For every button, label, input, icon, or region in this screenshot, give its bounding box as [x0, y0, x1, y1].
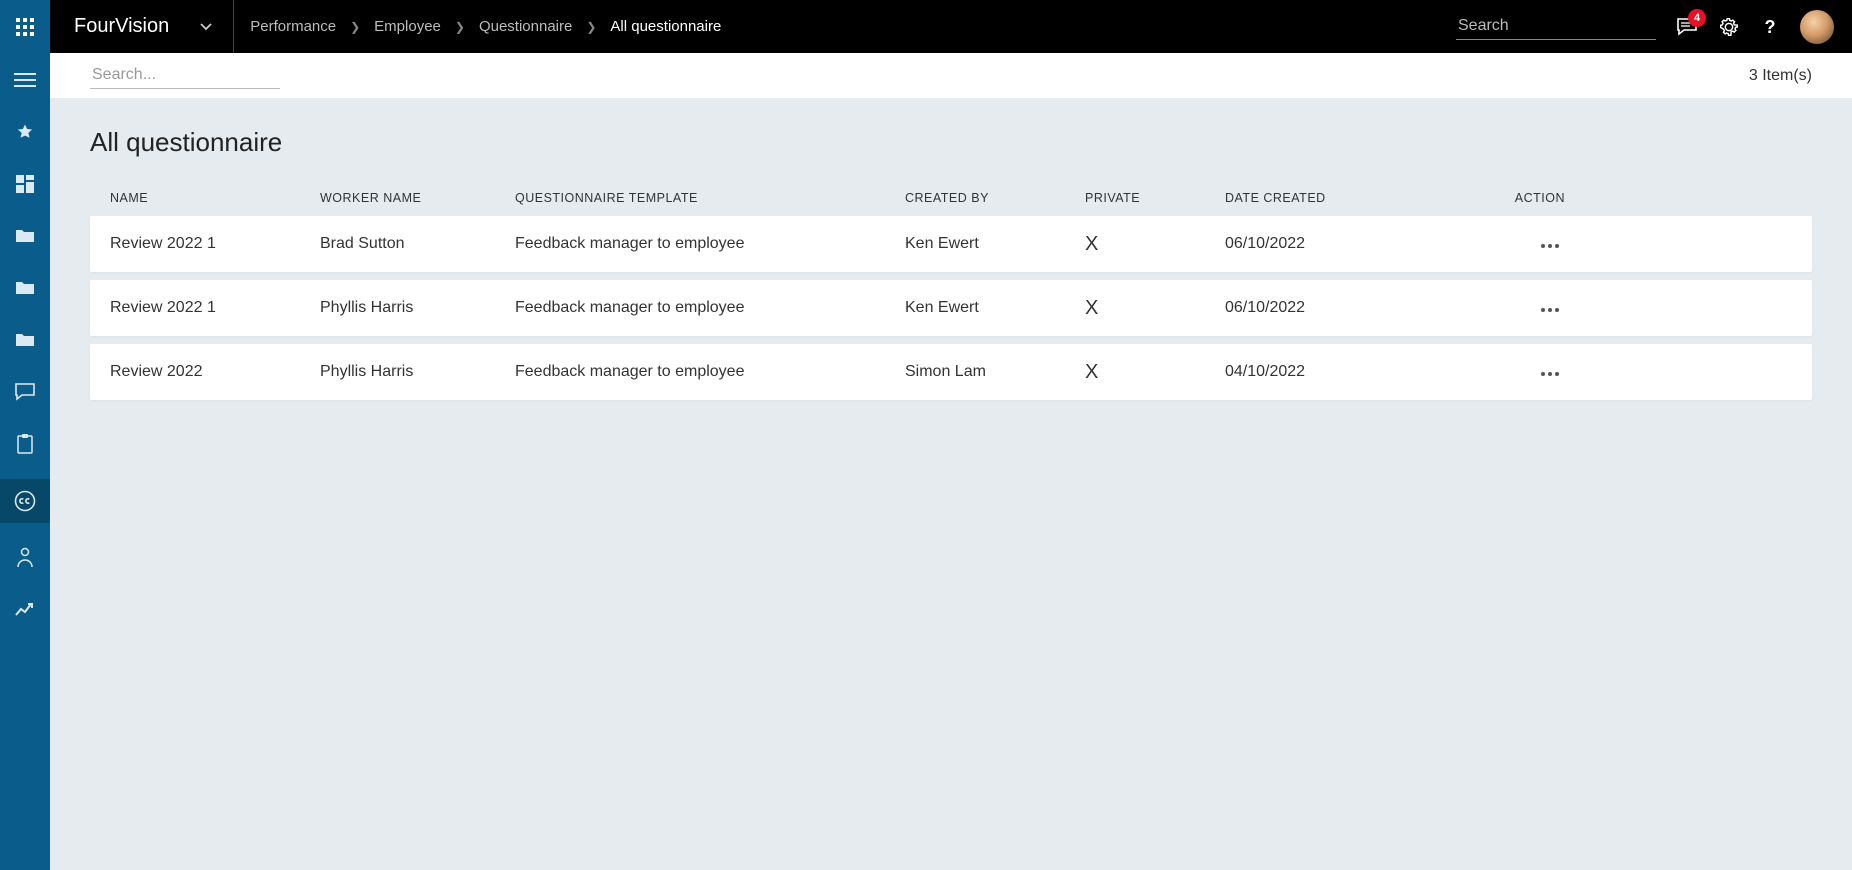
- dashboard-icon: [16, 175, 34, 193]
- td-action: [1475, 235, 1565, 254]
- td-worker: Brad Sutton: [320, 235, 515, 253]
- chevron-down-icon: [199, 20, 213, 34]
- td-private: X: [1085, 361, 1225, 384]
- td-worker: Phyllis Harris: [320, 363, 515, 381]
- brand-name: FourVision: [74, 15, 169, 38]
- td-private: X: [1085, 233, 1225, 256]
- td-name: Review 2022 1: [110, 299, 320, 317]
- row-action-button[interactable]: [1535, 302, 1565, 318]
- person-lock-icon: [16, 547, 34, 569]
- sidebar-item-trend[interactable]: [0, 593, 50, 627]
- header-actions: 4 ?: [1676, 10, 1852, 44]
- th-worker: WORKER NAME: [320, 191, 515, 205]
- td-template: Feedback manager to employee: [515, 299, 905, 317]
- sidebar-item-chat[interactable]: [0, 375, 50, 409]
- sidebar-item-person[interactable]: [0, 541, 50, 575]
- breadcrumb-item-current: All questionnaire: [610, 18, 721, 35]
- sidebar-item-folder-1[interactable]: [0, 219, 50, 253]
- th-private: PRIVATE: [1085, 191, 1225, 205]
- sidebar-item-favorites[interactable]: [0, 115, 50, 149]
- td-action: [1475, 363, 1565, 382]
- clipboard-icon: [17, 434, 33, 454]
- help-button[interactable]: ?: [1760, 17, 1780, 37]
- td-date: 06/10/2022: [1225, 235, 1475, 253]
- td-created-by: Ken Ewert: [905, 235, 1085, 253]
- help-icon: ?: [1760, 17, 1780, 37]
- td-template: Feedback manager to employee: [515, 235, 905, 253]
- row-action-button[interactable]: [1535, 238, 1565, 254]
- td-action: [1475, 299, 1565, 318]
- chevron-right-icon: ❯: [586, 20, 596, 34]
- table-header: NAME WORKER NAME QUESTIONNAIRE TEMPLATE …: [90, 180, 1812, 216]
- trend-icon: [15, 603, 35, 617]
- page-search-input[interactable]: [90, 62, 280, 89]
- td-private: X: [1085, 297, 1225, 320]
- sidebar-toggle[interactable]: [0, 63, 50, 97]
- td-date: 06/10/2022: [1225, 299, 1475, 317]
- gear-icon: [1718, 16, 1740, 38]
- chat-icon: [15, 383, 35, 401]
- brand-area[interactable]: FourVision: [50, 0, 234, 53]
- sidebar-item-license[interactable]: [0, 479, 50, 523]
- td-created-by: Ken Ewert: [905, 299, 1085, 317]
- th-name: NAME: [110, 191, 320, 205]
- td-worker: Phyllis Harris: [320, 299, 515, 317]
- sidebar: [0, 53, 50, 870]
- td-name: Review 2022 1: [110, 235, 320, 253]
- breadcrumb: Performance ❯ Employee ❯ Questionnaire ❯…: [234, 18, 721, 35]
- cc-icon: [14, 490, 36, 512]
- page-title: All questionnaire: [90, 127, 1812, 158]
- th-created-by: CREATED BY: [905, 191, 1085, 205]
- global-search-input[interactable]: [1456, 13, 1656, 40]
- chevron-right-icon: ❯: [350, 20, 360, 34]
- svg-text:?: ?: [1765, 17, 1776, 37]
- sidebar-item-dashboard[interactable]: [0, 167, 50, 201]
- notification-badge: 4: [1688, 9, 1706, 27]
- star-icon: [16, 123, 34, 141]
- th-action: ACTION: [1475, 191, 1565, 205]
- th-template: QUESTIONNAIRE TEMPLATE: [515, 191, 905, 205]
- waffle-button[interactable]: [0, 0, 50, 53]
- folder-icon: [15, 280, 35, 296]
- sidebar-item-folder-3[interactable]: [0, 323, 50, 357]
- sidebar-item-clipboard[interactable]: [0, 427, 50, 461]
- table-row[interactable]: Review 2022 1 Phyllis Harris Feedback ma…: [90, 280, 1812, 336]
- breadcrumb-item[interactable]: Performance: [250, 18, 336, 35]
- folder-icon: [15, 332, 35, 348]
- toolbar: 3 Item(s): [50, 53, 1852, 99]
- sidebar-item-folder-2[interactable]: [0, 271, 50, 305]
- settings-button[interactable]: [1718, 16, 1740, 38]
- item-count: 3 Item(s): [1749, 67, 1812, 85]
- content-area: All questionnaire NAME WORKER NAME QUEST…: [50, 99, 1852, 870]
- notifications-button[interactable]: 4: [1676, 17, 1698, 37]
- table-row[interactable]: Review 2022 1 Brad Sutton Feedback manag…: [90, 216, 1812, 272]
- td-created-by: Simon Lam: [905, 363, 1085, 381]
- table-row[interactable]: Review 2022 Phyllis Harris Feedback mana…: [90, 344, 1812, 400]
- main-content: 3 Item(s) All questionnaire NAME WORKER …: [50, 53, 1852, 870]
- td-template: Feedback manager to employee: [515, 363, 905, 381]
- waffle-icon: [16, 18, 34, 36]
- user-avatar[interactable]: [1800, 10, 1834, 44]
- th-date: DATE CREATED: [1225, 191, 1475, 205]
- hamburger-icon: [14, 72, 36, 88]
- td-name: Review 2022: [110, 363, 320, 381]
- td-date: 04/10/2022: [1225, 363, 1475, 381]
- breadcrumb-item[interactable]: Questionnaire: [479, 18, 572, 35]
- top-header: FourVision Performance ❯ Employee ❯ Ques…: [0, 0, 1852, 53]
- chevron-right-icon: ❯: [455, 20, 465, 34]
- folder-icon: [15, 228, 35, 244]
- breadcrumb-item[interactable]: Employee: [374, 18, 441, 35]
- row-action-button[interactable]: [1535, 366, 1565, 382]
